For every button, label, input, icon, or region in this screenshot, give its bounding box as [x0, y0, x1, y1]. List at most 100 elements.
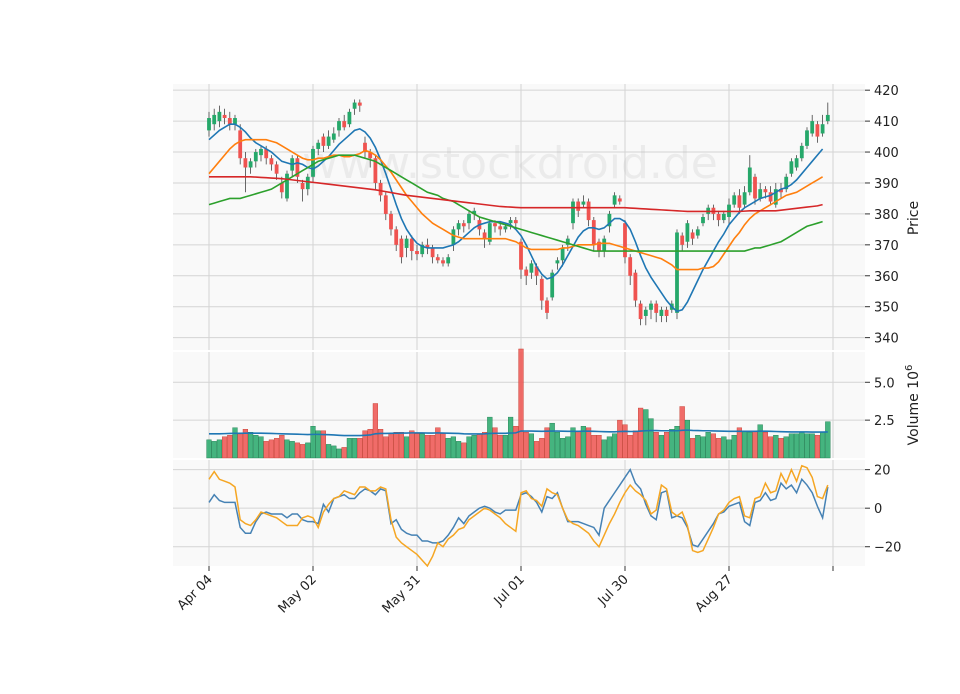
volume-axis-label: Volume 106 [904, 365, 922, 446]
candle-body [695, 229, 700, 236]
candle-body [430, 247, 435, 258]
volume-tick-label: 5.0 [874, 376, 895, 391]
price-axis-label: Price [906, 201, 922, 235]
volume-bar [627, 435, 633, 459]
price-tick-label: 340 [874, 332, 899, 347]
candle-body [680, 235, 685, 245]
volume-bar [440, 433, 446, 459]
candle-body [456, 223, 461, 230]
candle-body [685, 223, 690, 242]
candle-body [825, 114, 830, 122]
volume-bar [539, 438, 545, 459]
volume-bar [700, 436, 706, 459]
candle-body [659, 309, 664, 316]
price-tick-label: 360 [874, 270, 899, 285]
candle-body [789, 161, 794, 174]
volume-bar [747, 432, 753, 459]
volume-bar [367, 429, 373, 459]
candle [623, 220, 627, 264]
candle-body [675, 232, 679, 313]
candle-body [643, 309, 648, 316]
candle-body [617, 198, 622, 202]
candle-body [222, 114, 227, 119]
volume-bar [284, 439, 290, 459]
volume-bar [424, 435, 431, 459]
volume-bar [513, 426, 519, 459]
volume-bar [617, 419, 623, 459]
candle-body [207, 118, 211, 131]
volume-bar [346, 438, 353, 459]
x-tick-label: Apr 04 [175, 572, 216, 613]
candle-body [243, 158, 248, 168]
candle-body [357, 102, 362, 106]
candle-body [758, 189, 763, 199]
volume-bar [508, 416, 514, 459]
candle-body [649, 303, 653, 310]
volume-bar [669, 429, 675, 459]
volume-bar [606, 436, 613, 459]
candle-body [253, 152, 258, 162]
volume-bar [456, 441, 462, 459]
volume-bar [482, 432, 488, 459]
volume-bar [518, 348, 524, 459]
candle-body [508, 220, 513, 224]
volume-bar [294, 442, 301, 459]
volume-tick-label: 2.5 [874, 414, 895, 429]
volume-bar [237, 433, 243, 459]
candle-body [602, 238, 607, 252]
candle-body [274, 164, 279, 174]
price-tick-label: 420 [874, 84, 899, 99]
volume-bar [305, 442, 311, 459]
candle-body [628, 257, 633, 276]
candle-body [409, 238, 414, 252]
candle-body [794, 158, 799, 168]
candle-body [654, 303, 659, 313]
volume-bar [643, 409, 649, 459]
volume-bar [445, 438, 451, 459]
price-tick-label: 410 [874, 115, 899, 130]
volume-bar [341, 447, 347, 459]
volume-bar [788, 433, 795, 459]
volume-bar [263, 441, 269, 459]
candle-body [300, 182, 305, 190]
candle-body [799, 145, 804, 159]
volume-bar [710, 433, 717, 459]
volume-bar [560, 438, 566, 459]
price-tick-label: 380 [874, 208, 899, 223]
price-tick-label: 370 [874, 239, 899, 254]
candle-body [503, 226, 508, 230]
volume-bar [247, 432, 254, 459]
price-panel-background [173, 84, 865, 350]
candle-body [227, 118, 232, 125]
price-tick-label: 390 [874, 177, 899, 192]
volume-bar [783, 436, 789, 459]
volume-bar [414, 433, 420, 459]
volume-bar [814, 435, 821, 459]
volume-bar [705, 432, 711, 459]
candle [550, 269, 555, 301]
volume-bar [622, 424, 628, 459]
volume-bar [653, 432, 659, 459]
price-tick-label: 400 [874, 146, 899, 161]
candle-body [805, 130, 809, 146]
volume-bar [638, 407, 644, 459]
volume-bar [383, 436, 389, 459]
candle-body [633, 272, 638, 301]
oscillator-tick-label: 0 [874, 502, 882, 517]
candle-body [352, 102, 357, 109]
volume-bar [388, 433, 394, 459]
candle-body [524, 269, 529, 276]
x-tick-label: Aug 27 [693, 572, 736, 615]
volume-bar [804, 433, 810, 459]
volume-bar [762, 432, 769, 459]
volume-bar [809, 433, 815, 459]
candle-body [389, 213, 393, 230]
candle-body [342, 121, 347, 128]
volume-bar [570, 427, 576, 459]
candle-body [326, 136, 331, 146]
volume-bar [206, 439, 212, 459]
candle-body [217, 111, 222, 122]
candle-body [586, 201, 591, 221]
candle-body [383, 195, 388, 214]
candle-body [701, 217, 705, 224]
